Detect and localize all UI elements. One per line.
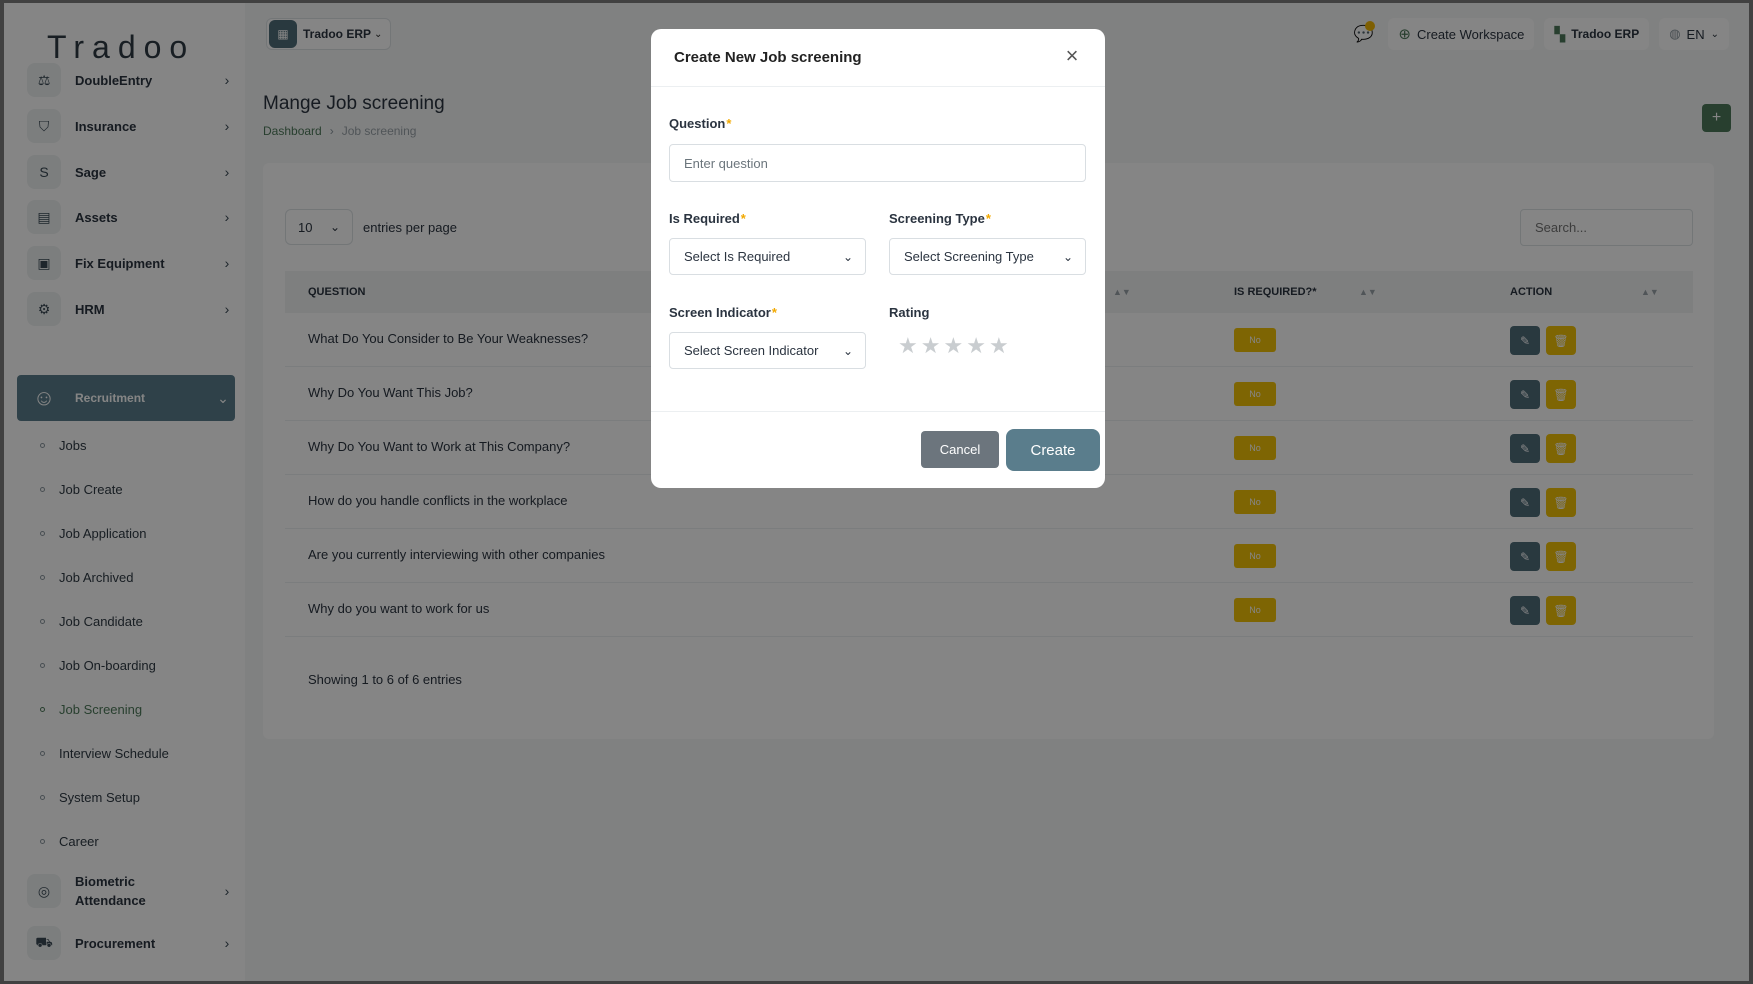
chevron-down-icon: ⌄ xyxy=(842,249,853,264)
select-value: Select Screen Indicator xyxy=(684,343,819,358)
chevron-down-icon: ⌄ xyxy=(842,343,853,358)
modal-title: Create New Job screening xyxy=(674,49,862,66)
star-icon[interactable]: ★ xyxy=(921,335,941,357)
modal-header: Create New Job screening × xyxy=(651,29,1105,87)
close-icon: × xyxy=(1065,43,1079,68)
question-label: Question* xyxy=(669,116,731,131)
screening-type-select[interactable]: Select Screening Type ⌄ xyxy=(889,238,1086,275)
required-mark: * xyxy=(985,211,991,226)
modal-footer-divider xyxy=(651,411,1105,412)
label-text: Screening Type xyxy=(889,211,985,226)
label-text: Question xyxy=(669,116,726,131)
required-mark: * xyxy=(740,211,746,226)
required-mark: * xyxy=(771,305,777,320)
close-button[interactable]: × xyxy=(1059,43,1085,69)
required-mark: * xyxy=(726,116,732,131)
star-icon[interactable]: ★ xyxy=(943,335,963,357)
cancel-button[interactable]: Cancel xyxy=(921,431,999,468)
screen-indicator-select[interactable]: Select Screen Indicator ⌄ xyxy=(669,332,866,369)
is-required-select[interactable]: Select Is Required ⌄ xyxy=(669,238,866,275)
create-button[interactable]: Create xyxy=(1006,429,1100,471)
rating-label: Rating xyxy=(889,305,930,320)
create-screening-modal: Create New Job screening × Question* Is … xyxy=(651,29,1105,488)
star-icon[interactable]: ★ xyxy=(966,335,986,357)
select-value: Select Screening Type xyxy=(904,249,1034,264)
screening-type-label: Screening Type* xyxy=(889,211,991,226)
star-icon[interactable]: ★ xyxy=(898,335,918,357)
label-text: Screen Indicator xyxy=(669,305,771,320)
star-icon[interactable]: ★ xyxy=(989,335,1009,357)
select-value: Select Is Required xyxy=(684,249,791,264)
chevron-down-icon: ⌄ xyxy=(1062,249,1073,264)
question-input[interactable] xyxy=(669,144,1086,182)
rating-stars: ★ ★ ★ ★ ★ xyxy=(898,335,1009,357)
is-required-label: Is Required* xyxy=(669,211,746,226)
label-text: Is Required xyxy=(669,211,740,226)
screen-indicator-label: Screen Indicator* xyxy=(669,305,777,320)
